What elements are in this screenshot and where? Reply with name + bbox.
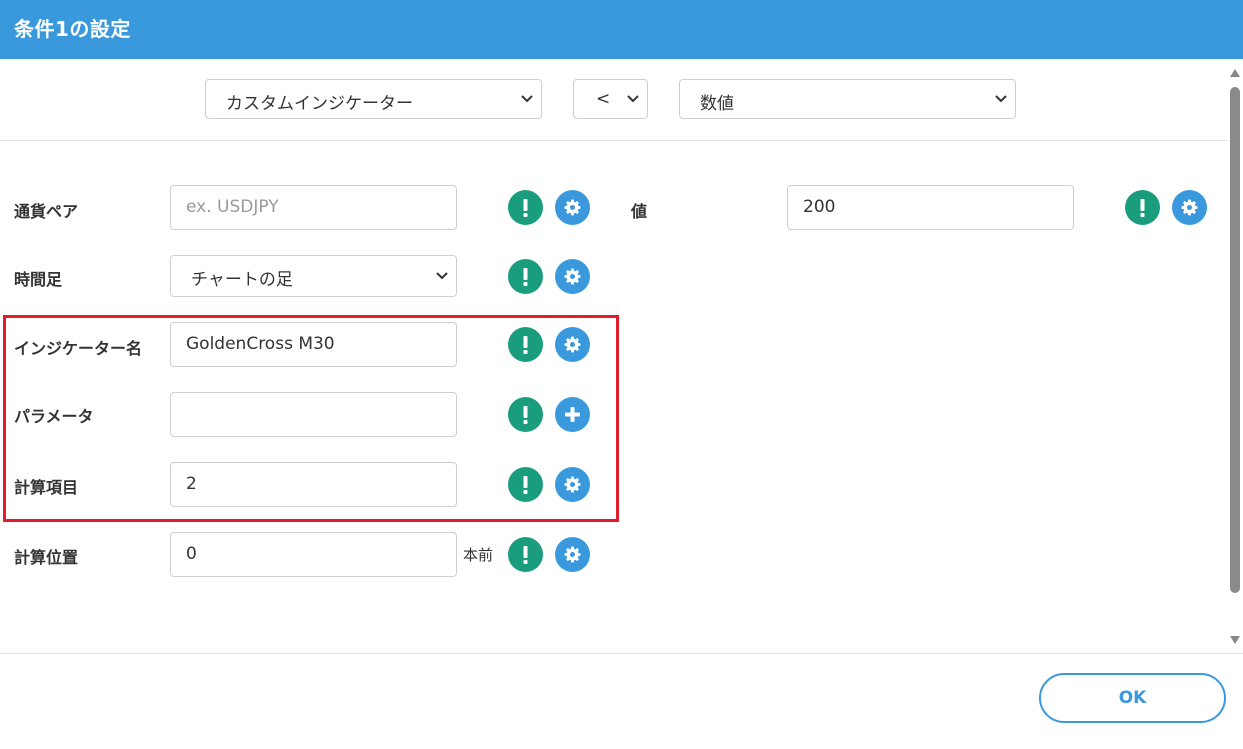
calc-item-settings-button[interactable]	[555, 467, 590, 502]
calc-item-info-button[interactable]	[508, 467, 543, 502]
indicator-name-input[interactable]: GoldenCross M30	[170, 322, 457, 367]
operator-select[interactable]: <	[573, 79, 648, 119]
scrollbar-thumb[interactable]	[1230, 87, 1240, 593]
exclamation-icon	[523, 268, 528, 286]
currency-pair-input[interactable]: ex. USDJPY	[170, 185, 457, 230]
exclamation-icon	[523, 546, 528, 564]
value-input[interactable]: 200	[787, 185, 1074, 230]
indicator-type-select[interactable]: カスタムインジケーター	[205, 79, 542, 119]
currency-pair-label: 通貨ペア	[14, 202, 79, 221]
calc-position-settings-button[interactable]	[555, 537, 590, 572]
timeframe-value: チャートの足	[191, 270, 293, 290]
exclamation-icon	[523, 406, 528, 424]
timeframe-info-button[interactable]	[508, 259, 543, 294]
exclamation-icon	[1140, 199, 1145, 217]
scroll-up-arrow-icon[interactable]	[1230, 69, 1240, 77]
gear-icon	[564, 476, 581, 493]
value-type-select[interactable]: 数値	[679, 79, 1016, 119]
calc-position-label: 計算位置	[14, 548, 79, 567]
indicator-type-value: カスタムインジケーター	[226, 94, 413, 114]
chevron-down-icon	[521, 95, 533, 103]
operator-value: <	[596, 89, 611, 109]
parameter-input[interactable]	[170, 392, 457, 437]
calc-item-input[interactable]: 2	[170, 462, 457, 507]
timeframe-label: 時間足	[14, 270, 63, 289]
value-info-button[interactable]	[1125, 190, 1160, 225]
value-input-text: 200	[803, 197, 836, 217]
currency-pair-info-button[interactable]	[508, 190, 543, 225]
indicator-name-settings-button[interactable]	[555, 327, 590, 362]
ok-button[interactable]: OK	[1039, 673, 1226, 723]
chevron-down-icon	[436, 272, 448, 280]
dialog-header: 条件1の設定	[0, 0, 1243, 59]
gear-icon	[564, 199, 581, 216]
indicator-name-info-button[interactable]	[508, 327, 543, 362]
calc-position-suffix: 本前	[463, 546, 494, 564]
indicator-name-text: GoldenCross M30	[186, 334, 335, 354]
currency-pair-placeholder: ex. USDJPY	[186, 197, 279, 217]
scroll-down-arrow-icon[interactable]	[1230, 636, 1240, 644]
parameter-label: パラメータ	[14, 407, 94, 426]
exclamation-icon	[523, 199, 528, 217]
parameter-info-button[interactable]	[508, 397, 543, 432]
calc-position-text: 0	[186, 544, 197, 564]
value-settings-button[interactable]	[1172, 190, 1207, 225]
parameter-add-button[interactable]	[555, 397, 590, 432]
calc-position-info-button[interactable]	[508, 537, 543, 572]
chevron-down-icon	[995, 95, 1007, 103]
currency-pair-settings-button[interactable]	[555, 190, 590, 225]
gear-icon	[564, 336, 581, 353]
gear-icon	[564, 546, 581, 563]
timeframe-settings-button[interactable]	[555, 259, 590, 294]
calc-position-input[interactable]: 0	[170, 532, 457, 577]
value-type-value: 数値	[700, 94, 734, 114]
dialog-title: 条件1の設定	[14, 17, 131, 41]
gear-icon	[1181, 199, 1198, 216]
exclamation-icon	[523, 336, 528, 354]
gear-icon	[564, 268, 581, 285]
calc-item-text: 2	[186, 474, 197, 494]
plus-icon	[565, 407, 580, 422]
calc-item-label: 計算項目	[14, 478, 79, 497]
exclamation-icon	[523, 476, 528, 494]
chevron-down-icon	[627, 95, 639, 103]
timeframe-select[interactable]: チャートの足	[170, 255, 457, 297]
indicator-name-label: インジケーター名	[14, 339, 143, 358]
footer-divider	[0, 653, 1243, 654]
value-label: 値	[631, 202, 648, 221]
top-divider	[0, 140, 1227, 141]
